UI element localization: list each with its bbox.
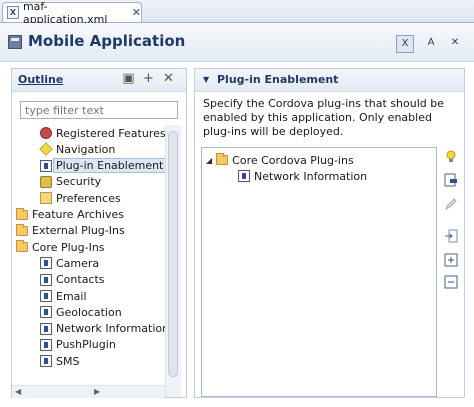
outline-title[interactable]: Outline bbox=[18, 73, 63, 86]
outline-item[interactable]: Preferences bbox=[40, 190, 121, 206]
outline-item-label: Contacts bbox=[56, 273, 105, 287]
collapse-all-icon[interactable]: ▣ bbox=[122, 72, 135, 86]
gear-icon bbox=[40, 127, 52, 139]
plugin-icon bbox=[40, 338, 52, 351]
outline-item-label: Registered Features bbox=[56, 126, 166, 140]
clear-button[interactable]: ✕ bbox=[446, 35, 464, 53]
outline-panel: Outline ▣ + ✕ Registered Features Navigat… bbox=[11, 68, 187, 398]
outline-item-label: PushPlugin bbox=[56, 338, 116, 352]
preferences-icon bbox=[40, 192, 52, 205]
xml-file-icon: X bbox=[7, 6, 19, 19]
plugin-tree-group[interactable]: ◢ Core Cordova Plug-ins bbox=[206, 152, 354, 168]
scroll-right-icon[interactable]: ▶ bbox=[94, 387, 100, 396]
outline-filter-input[interactable] bbox=[20, 101, 178, 119]
remove-icon[interactable]: ✕ bbox=[162, 72, 175, 86]
navigation-icon bbox=[39, 142, 53, 157]
editor-tab-label: maf-application.xml bbox=[22, 0, 108, 26]
outline-item[interactable]: Email bbox=[40, 288, 87, 304]
plugin-tree-group-label: Core Cordova Plug-ins bbox=[232, 153, 354, 167]
outline-item-label: SMS bbox=[56, 354, 80, 368]
plugin-section-title: Plug-in Enablement bbox=[217, 73, 339, 86]
import-icon[interactable] bbox=[444, 229, 458, 243]
page-title: Mobile Application bbox=[28, 32, 186, 50]
plugin-icon bbox=[40, 290, 52, 302]
close-tab-icon[interactable]: ✕ bbox=[132, 6, 141, 19]
outline-item[interactable]: Security bbox=[40, 174, 101, 190]
outline-item[interactable]: Camera bbox=[40, 255, 99, 271]
outline-item-label: Preferences bbox=[56, 191, 121, 205]
outline-item-label: Core Plug-Ins bbox=[32, 240, 105, 254]
bold-view-button[interactable]: A bbox=[422, 35, 440, 53]
plugin-icon bbox=[238, 170, 250, 182]
folder-icon bbox=[216, 153, 229, 165]
plugin-icon bbox=[40, 257, 52, 270]
scroll-left-icon[interactable]: ◀ bbox=[15, 387, 21, 396]
plugin-tree: ◢ Core Cordova Plug-ins Network Informat… bbox=[201, 147, 437, 397]
outline-item-label: Feature Archives bbox=[32, 208, 124, 221]
editor-tab-bar: X maf-application.xml ✕ bbox=[0, 0, 474, 26]
source-view-button[interactable]: X bbox=[396, 35, 414, 53]
plugin-tree-item[interactable]: Network Information bbox=[238, 168, 367, 184]
outline-item-label: Navigation bbox=[56, 142, 116, 156]
outline-item-label: Security bbox=[56, 175, 102, 189]
outline-item[interactable]: Registered Features bbox=[40, 125, 166, 141]
plugin-icon bbox=[40, 355, 52, 368]
scrollbar-thumb[interactable] bbox=[168, 131, 178, 377]
outline-header: Outline ▣ + ✕ bbox=[12, 69, 186, 92]
plugin-section-description: Specify the Cordova plug-ins that should… bbox=[203, 97, 445, 138]
outline-item-label: Plug-in Enablement bbox=[53, 158, 167, 174]
add-icon[interactable]: + bbox=[142, 72, 155, 86]
outline-item[interactable]: PushPlugin bbox=[40, 337, 116, 353]
plugin-icon bbox=[40, 273, 52, 286]
folder-icon bbox=[16, 240, 28, 253]
add-plugin-icon[interactable] bbox=[444, 173, 458, 187]
outline-item[interactable]: Network Information bbox=[40, 321, 169, 337]
outline-item-label: External Plug-Ins bbox=[32, 224, 125, 238]
plugin-icon bbox=[40, 159, 52, 172]
outline-item-label: Camera bbox=[56, 256, 100, 270]
outline-item[interactable]: External Plug-Ins bbox=[16, 223, 125, 239]
outline-item-label: Email bbox=[56, 289, 87, 303]
editor-header: Mobile Application X A ✕ bbox=[0, 23, 474, 62]
outline-horizontal-scrollbar[interactable]: ◀ ▶ bbox=[12, 385, 165, 398]
outline-item[interactable]: Feature Archives bbox=[16, 207, 124, 223]
outline-item[interactable]: SMS bbox=[40, 353, 79, 369]
plugin-icon bbox=[40, 306, 52, 319]
outline-item[interactable]: Contacts bbox=[40, 272, 105, 288]
expand-all-icon[interactable] bbox=[444, 253, 458, 267]
outline-item[interactable]: Geolocation bbox=[40, 304, 122, 320]
folder-icon bbox=[16, 223, 28, 236]
outline-item[interactable]: Navigation bbox=[39, 141, 116, 157]
expand-toggle-icon[interactable]: ◢ bbox=[206, 156, 212, 165]
collapse-all-icon[interactable] bbox=[444, 275, 458, 289]
lock-icon bbox=[40, 175, 52, 188]
outline-vertical-scrollbar[interactable] bbox=[165, 125, 181, 397]
edit-icon[interactable] bbox=[444, 197, 458, 211]
mobile-application-icon bbox=[8, 35, 22, 49]
plugin-icon bbox=[40, 322, 52, 335]
plugin-tree-item-label: Network Information bbox=[254, 169, 368, 183]
plugin-enablement-section: ▼ Plug-in Enablement Specify the Cordova… bbox=[194, 68, 465, 398]
lightbulb-icon[interactable] bbox=[444, 149, 458, 163]
folder-icon bbox=[16, 207, 28, 220]
outline-item[interactable]: Core Plug-Ins bbox=[16, 239, 105, 255]
outline-item-label: Network Information bbox=[56, 322, 170, 336]
plugin-section-header[interactable]: ▼ Plug-in Enablement bbox=[195, 69, 464, 92]
outline-item[interactable]: Plug-in Enablement bbox=[40, 158, 167, 174]
collapse-section-icon[interactable]: ▼ bbox=[203, 75, 209, 84]
editor-tab[interactable]: X maf-application.xml ✕ bbox=[2, 0, 142, 26]
outline-item-label: Geolocation bbox=[56, 305, 122, 319]
